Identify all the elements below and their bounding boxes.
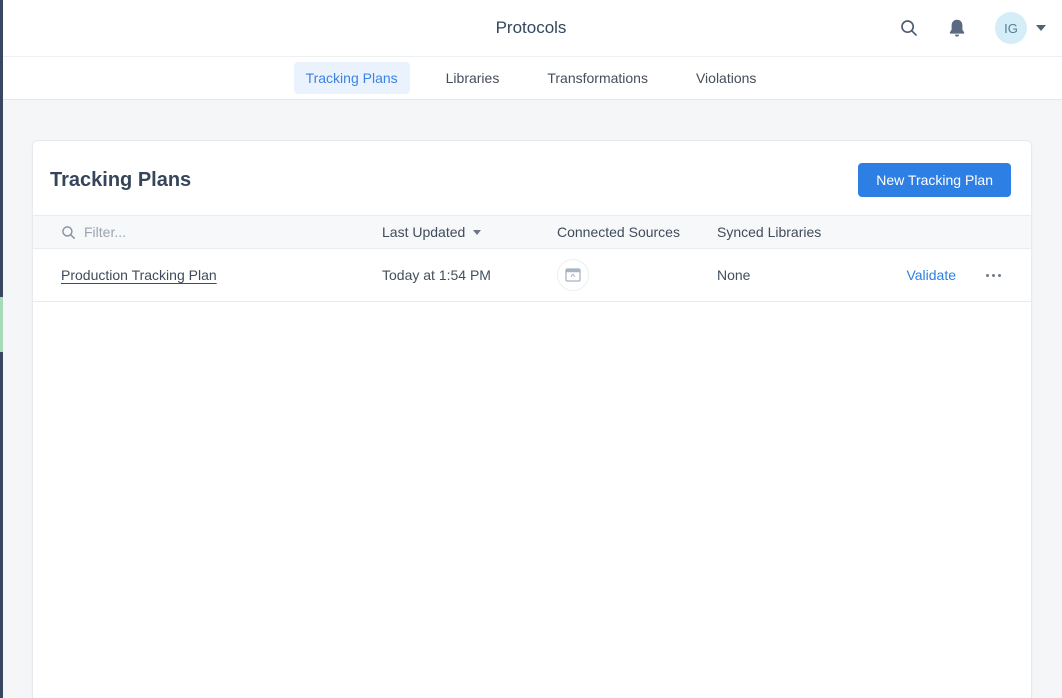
last-updated-value: Today at 1:54 PM [382, 267, 491, 283]
tab-bar: Tracking Plans Libraries Transformations… [0, 57, 1062, 100]
connected-sources-cell [557, 259, 717, 291]
filter-cell [61, 224, 382, 240]
account-caret-down-icon[interactable] [1036, 25, 1046, 31]
top-header: Protocols IG [0, 0, 1062, 57]
tab-violations[interactable]: Violations [684, 62, 768, 94]
sidebar-edge [0, 0, 3, 698]
sort-caret-icon [473, 230, 481, 235]
column-header-connected-sources: Connected Sources [557, 224, 717, 240]
row-menu-ellipsis-icon[interactable] [984, 270, 1003, 281]
column-header-label: Synced Libraries [717, 224, 821, 240]
javascript-source-icon[interactable] [557, 259, 589, 291]
filter-search-icon [61, 225, 76, 240]
table-row: Production Tracking Plan Today at 1:54 P… [33, 249, 1031, 302]
validate-link[interactable]: Validate [906, 267, 956, 283]
tracking-plans-card: Tracking Plans New Tracking Plan Last Up… [32, 140, 1032, 698]
column-header-label: Connected Sources [557, 224, 680, 240]
new-tracking-plan-button[interactable]: New Tracking Plan [858, 163, 1011, 197]
last-updated-cell: Today at 1:54 PM [382, 267, 557, 283]
column-header-synced-libraries: Synced Libraries [717, 224, 904, 240]
card-title: Tracking Plans [50, 169, 191, 192]
search-icon[interactable] [897, 16, 921, 40]
sidebar-active-indicator [0, 297, 3, 352]
synced-libraries-value: None [717, 267, 750, 283]
row-actions-cell: Validate [904, 267, 1003, 283]
filter-input[interactable] [84, 224, 284, 240]
tab-libraries[interactable]: Libraries [434, 62, 512, 94]
card-header: Tracking Plans New Tracking Plan [33, 141, 1031, 215]
column-header-last-updated[interactable]: Last Updated [382, 224, 557, 240]
avatar[interactable]: IG [995, 12, 1027, 44]
plan-name-cell: Production Tracking Plan [61, 267, 382, 283]
tab-tracking-plans[interactable]: Tracking Plans [294, 62, 410, 94]
column-header-label: Last Updated [382, 224, 465, 240]
plan-name-link[interactable]: Production Tracking Plan [61, 267, 217, 283]
table-header-row: Last Updated Connected Sources Synced Li… [33, 215, 1031, 249]
tab-transformations[interactable]: Transformations [535, 62, 660, 94]
notifications-bell-icon[interactable] [945, 16, 969, 40]
header-actions: IG [897, 0, 1046, 56]
synced-libraries-cell: None [717, 267, 904, 283]
